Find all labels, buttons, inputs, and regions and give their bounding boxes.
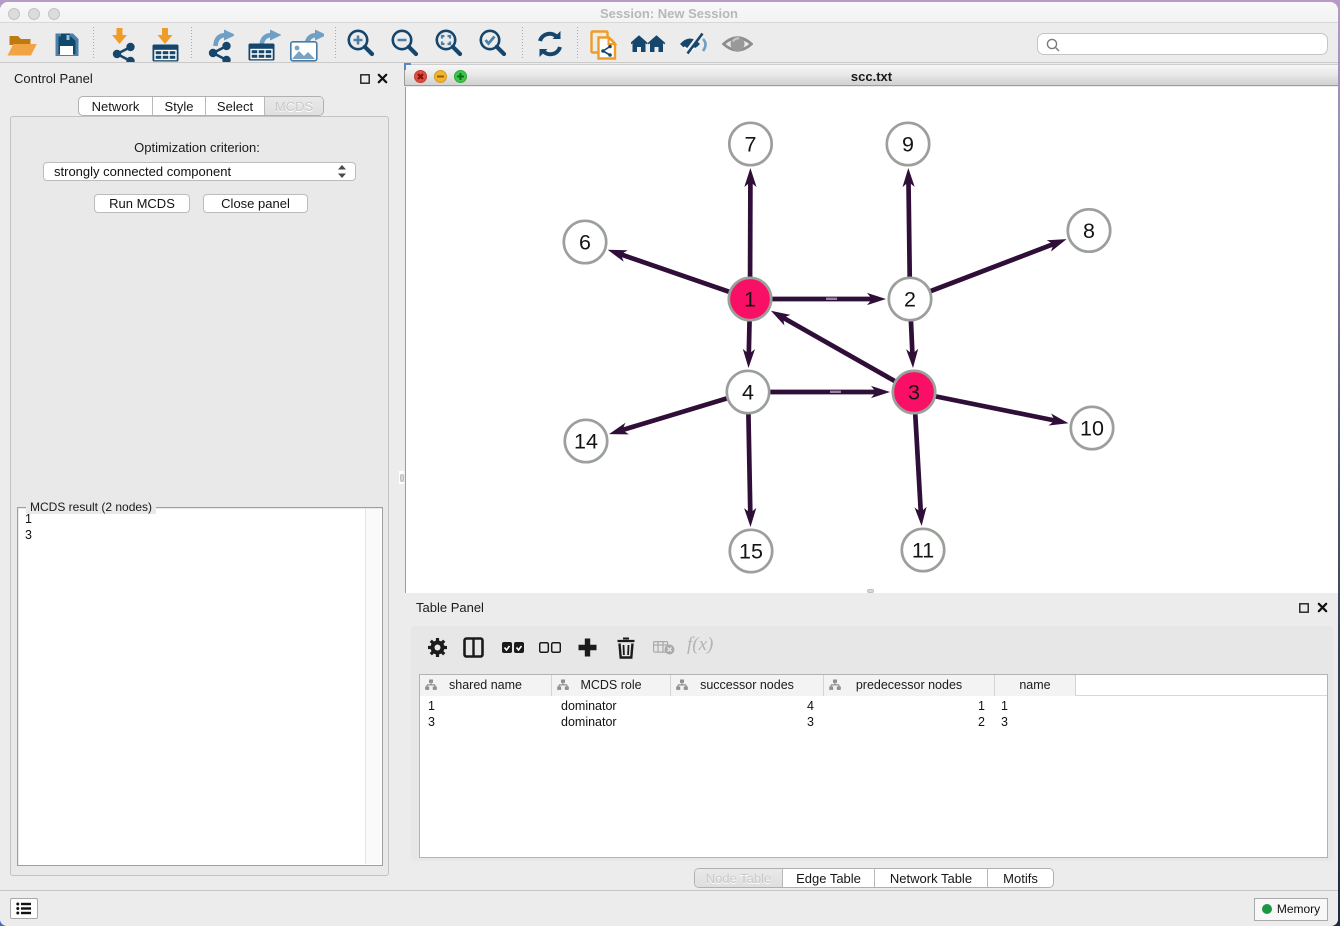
svg-text:8: 8 (1083, 219, 1095, 243)
svg-text:7: 7 (745, 132, 757, 156)
svg-text:4: 4 (742, 380, 754, 404)
svg-text:15: 15 (739, 539, 763, 563)
svg-text:1: 1 (744, 287, 756, 311)
svg-text:2: 2 (904, 287, 916, 311)
svg-text:3: 3 (908, 380, 920, 404)
svg-text:9: 9 (902, 132, 914, 156)
svg-text:14: 14 (574, 429, 598, 453)
svg-text:11: 11 (912, 538, 934, 562)
svg-text:6: 6 (579, 230, 591, 254)
svg-text:10: 10 (1080, 416, 1104, 440)
